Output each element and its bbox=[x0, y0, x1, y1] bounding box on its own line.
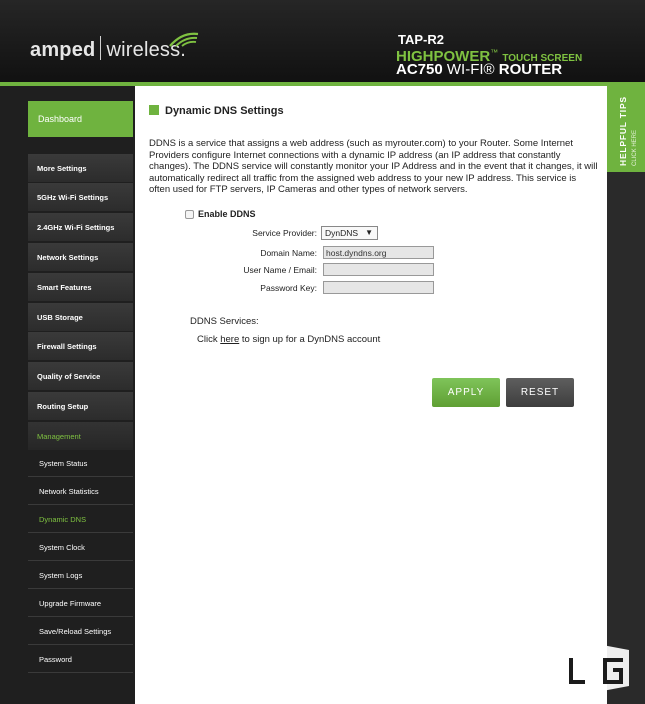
sidebar-subitem-system-logs[interactable]: System Logs bbox=[28, 561, 133, 589]
apply-button[interactable]: APPLY bbox=[432, 378, 500, 407]
tagline-router: AC750 WI-FI® ROUTER bbox=[396, 61, 563, 78]
username-input[interactable] bbox=[323, 263, 434, 276]
sidebar-item-dashboard[interactable]: Dashboard bbox=[28, 101, 133, 137]
dyndns-signup-link[interactable]: here bbox=[220, 334, 239, 345]
enable-ddns-label: Enable DDNS bbox=[198, 209, 256, 219]
helpful-tips-tab[interactable]: HELPFUL TIPS CLICK HERE bbox=[607, 86, 645, 172]
password-key-input[interactable] bbox=[323, 281, 434, 294]
watermark-logo-icon bbox=[563, 644, 629, 692]
sidebar-item-routing-setup[interactable]: Routing Setup bbox=[28, 392, 133, 420]
app-header: amped wireless. TAP-R2 HIGHPOWER™ TOUCH S… bbox=[0, 0, 645, 82]
main-content: Dynamic DNS Settings DDNS is a service t… bbox=[135, 86, 607, 704]
sidebar-subitem-network-statistics[interactable]: Network Statistics bbox=[28, 477, 133, 505]
wifi-swoosh-icon bbox=[169, 32, 199, 47]
sidebar-item-management[interactable]: Management bbox=[28, 422, 133, 450]
service-provider-select[interactable]: DynDNS ▼ bbox=[321, 226, 378, 240]
service-provider-label: Service Provider: bbox=[252, 228, 317, 238]
sidebar-item-quality-of-service[interactable]: Quality of Service bbox=[28, 362, 133, 390]
ddns-services-title: DDNS Services: bbox=[190, 316, 259, 327]
sidebar-item-usb-storage[interactable]: USB Storage bbox=[28, 303, 133, 331]
page-title: Dynamic DNS Settings bbox=[149, 105, 284, 117]
sidebar: Dashboard More Settings 5GHz Wi-Fi Setti… bbox=[0, 86, 135, 704]
sidebar-subitem-upgrade-firmware[interactable]: Upgrade Firmware bbox=[28, 589, 133, 617]
domain-name-input[interactable]: host.dyndns.org bbox=[323, 246, 434, 259]
sidebar-item-smart-features[interactable]: Smart Features bbox=[28, 273, 133, 301]
right-panel: HELPFUL TIPS CLICK HERE bbox=[607, 86, 645, 704]
domain-name-label: Domain Name: bbox=[260, 248, 317, 258]
sidebar-subitem-save-reload[interactable]: Save/Reload Settings bbox=[28, 617, 133, 645]
sidebar-subitem-dynamic-dns[interactable]: Dynamic DNS bbox=[28, 505, 133, 533]
enable-ddns-row: Enable DDNS bbox=[185, 209, 256, 219]
sidebar-item-24ghz-wifi[interactable]: 2.4GHz Wi-Fi Settings bbox=[28, 213, 133, 241]
password-key-label: Password Key: bbox=[260, 283, 317, 293]
logo-brand: amped bbox=[30, 39, 96, 61]
sidebar-item-firewall-settings[interactable]: Firewall Settings bbox=[28, 332, 133, 360]
sidebar-item-network-settings[interactable]: Network Settings bbox=[28, 243, 133, 271]
ddns-signup-text: Click here to sign up for a DynDNS accou… bbox=[197, 334, 381, 345]
sidebar-item-5ghz-wifi[interactable]: 5GHz Wi-Fi Settings bbox=[28, 183, 133, 211]
brand-logo: amped wireless. bbox=[30, 36, 186, 62]
sidebar-subitem-password[interactable]: Password bbox=[28, 645, 133, 673]
sidebar-subitem-system-clock[interactable]: System Clock bbox=[28, 533, 133, 561]
helpful-tips-sub: CLICK HERE bbox=[632, 129, 638, 166]
ddns-description: DDNS is a service that assigns a web add… bbox=[149, 138, 598, 195]
username-label: User Name / Email: bbox=[243, 265, 317, 275]
sidebar-subitem-system-status[interactable]: System Status bbox=[28, 449, 133, 477]
reset-button[interactable]: RESET bbox=[506, 378, 574, 407]
title-square-icon bbox=[149, 105, 159, 115]
model-name: TAP-R2 bbox=[398, 32, 444, 47]
sidebar-item-more-settings[interactable]: More Settings bbox=[28, 154, 133, 182]
helpful-tips-label: HELPFUL TIPS bbox=[618, 96, 628, 166]
dropdown-arrow-icon: ▼ bbox=[365, 228, 373, 237]
enable-ddns-checkbox[interactable] bbox=[185, 209, 194, 219]
